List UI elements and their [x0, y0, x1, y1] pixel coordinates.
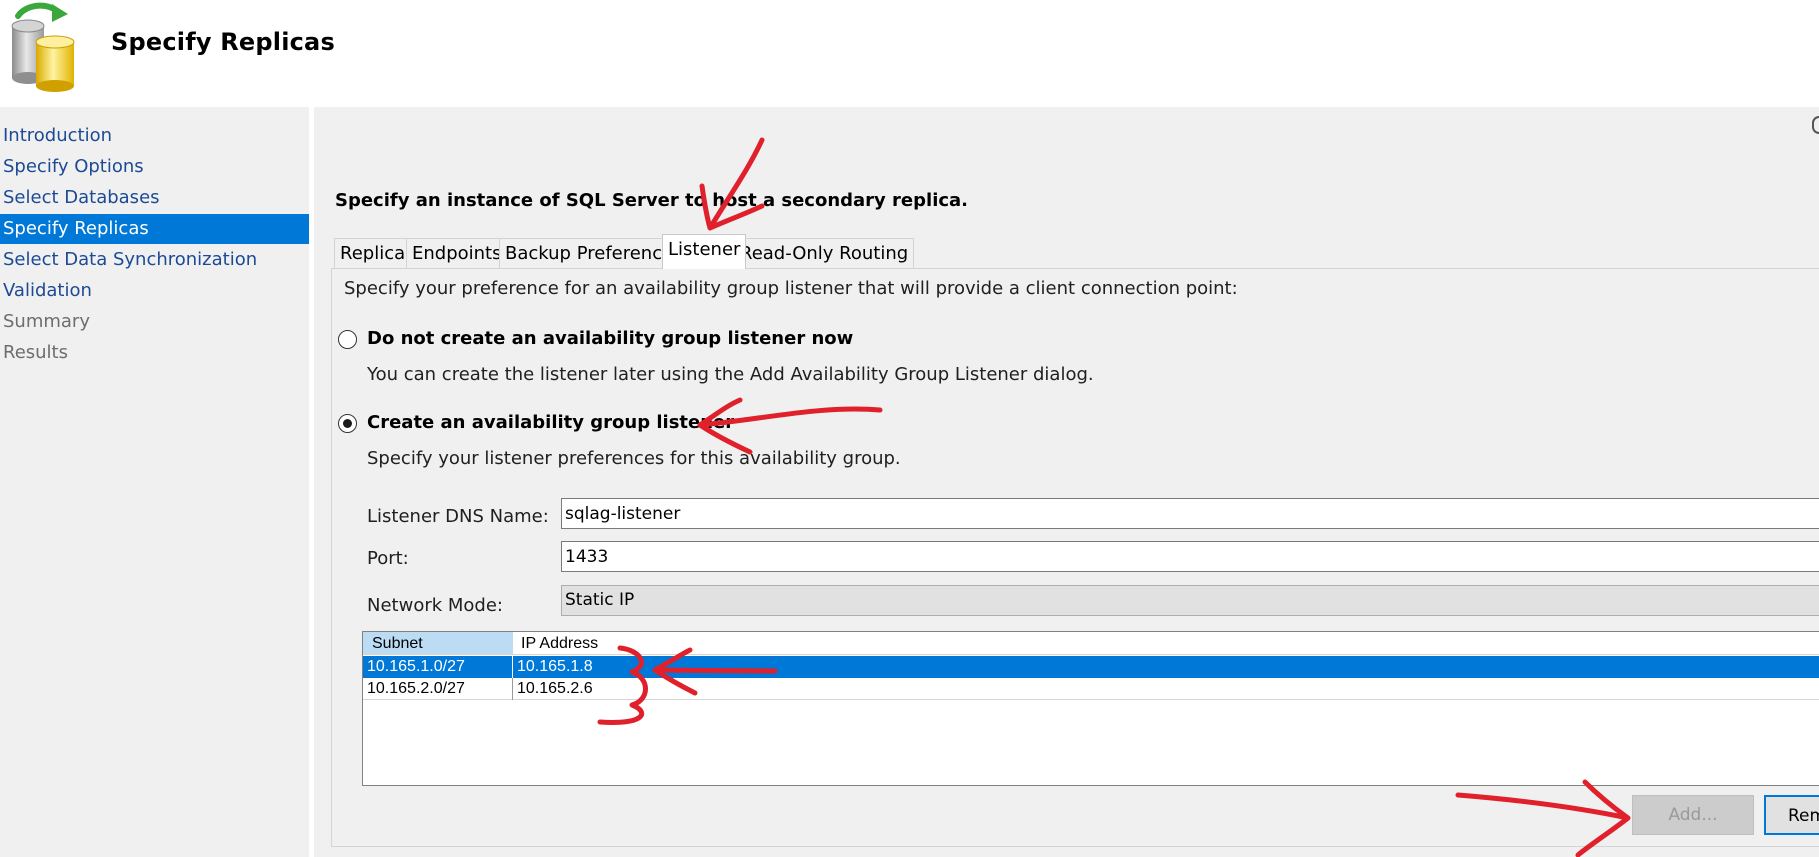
port-input[interactable]	[561, 541, 1819, 572]
sidebar-item-validation[interactable]: Validation	[0, 276, 309, 306]
tab-backup-preferences[interactable]: Backup Preferences	[499, 238, 689, 268]
no-listener-radio[interactable]	[338, 330, 357, 349]
subnet-cell: 10.165.2.0/27	[363, 678, 513, 700]
sidebar-item-specify-replicas[interactable]: Specify Replicas	[0, 214, 309, 244]
page-title: Specify Replicas	[111, 28, 335, 56]
database-refresh-icon	[11, 2, 75, 92]
sidebar-item-select-data-synchronization[interactable]: Select Data Synchronization	[0, 245, 309, 275]
dns-name-input[interactable]	[561, 498, 1819, 529]
create-listener-label[interactable]: Create an availability group listener	[367, 412, 734, 433]
page-instruction: Specify an instance of SQL Server to hos…	[335, 190, 969, 211]
network-mode-label: Network Mode:	[367, 595, 503, 616]
create-listener-radio[interactable]	[338, 414, 357, 433]
no-listener-help: You can create the listener later using …	[367, 364, 1094, 385]
column-header-ip-address[interactable]: IP Address	[513, 632, 1819, 655]
dns-name-label: Listener DNS Name:	[367, 506, 549, 527]
remove-button[interactable]: Remove	[1764, 795, 1819, 835]
table-row[interactable]: 10.165.1.0/27 10.165.1.8	[363, 656, 1819, 678]
tab-read-only-routing[interactable]: Read-Only Routing	[734, 238, 915, 268]
subnet-ip-grid[interactable]: Subnet IP Address 10.165.1.0/27 10.165.1…	[362, 631, 1819, 786]
table-row[interactable]: 10.165.2.0/27 10.165.2.6	[363, 678, 1819, 700]
wizard-header: Specify Replicas	[0, 0, 1819, 107]
create-listener-help: Specify your listener preferences for th…	[367, 448, 901, 469]
sidebar-item-summary: Summary	[3, 311, 90, 332]
radio-selected-dot	[343, 419, 352, 428]
tab-endpoints[interactable]: Endpoints	[406, 238, 508, 268]
port-label: Port:	[367, 548, 409, 569]
sidebar-item-results: Results	[3, 342, 68, 363]
add-button: Add...	[1632, 795, 1754, 835]
listener-description: Specify your preference for an availabil…	[344, 278, 1238, 299]
no-listener-label[interactable]: Do not create an availability group list…	[367, 328, 853, 349]
help-icon[interactable]	[1812, 116, 1819, 134]
sidebar-item-specify-options[interactable]: Specify Options	[0, 152, 309, 182]
column-header-subnet[interactable]: Subnet	[363, 632, 513, 655]
subnet-cell: 10.165.1.0/27	[363, 656, 513, 678]
ip-address-cell: 10.165.1.8	[517, 658, 593, 675]
ip-address-cell: 10.165.2.6	[517, 680, 593, 697]
sidebar-item-introduction[interactable]: Introduction	[0, 121, 309, 151]
network-mode-select[interactable]: Static IP	[561, 585, 1819, 616]
tab-listener[interactable]: Listener	[662, 234, 747, 269]
sidebar-item-select-databases[interactable]: Select Databases	[0, 183, 309, 213]
wizard-sidebar: Introduction Specify Options Select Data…	[0, 107, 309, 857]
